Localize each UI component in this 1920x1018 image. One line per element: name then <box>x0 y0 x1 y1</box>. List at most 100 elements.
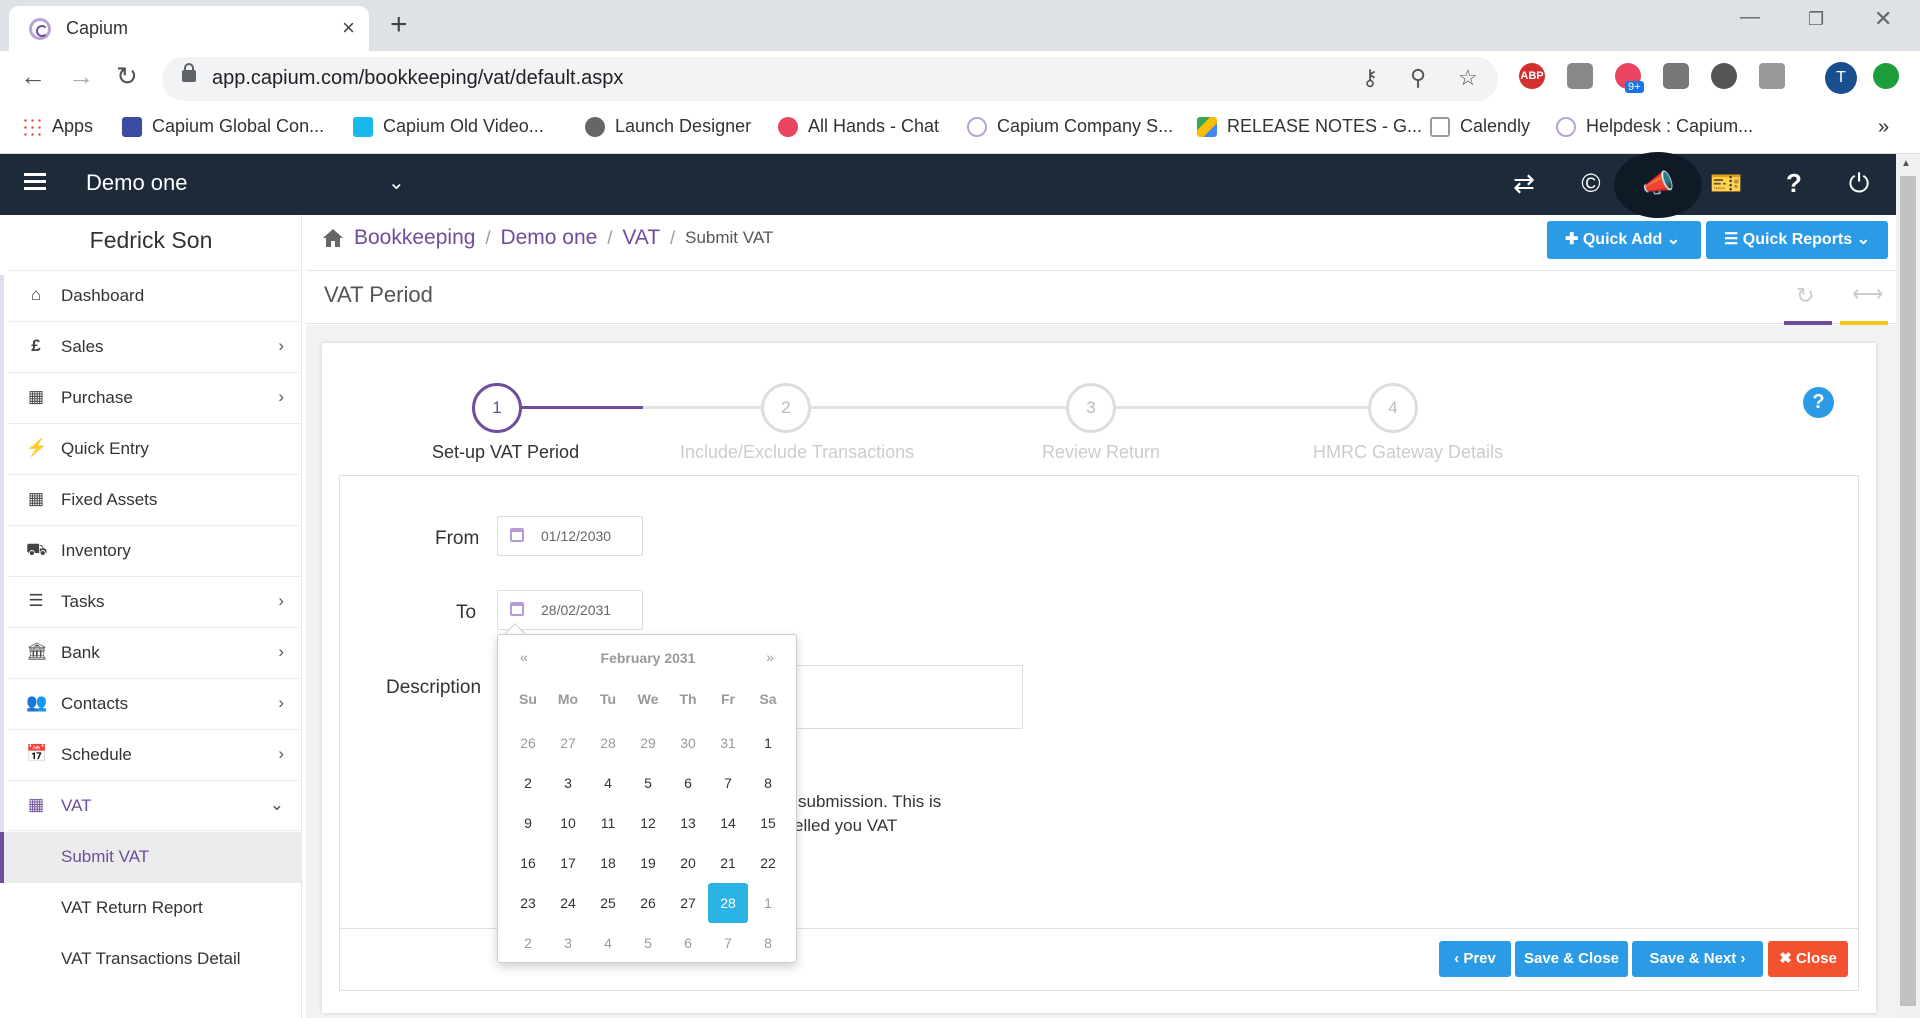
datepicker-day[interactable]: 3 <box>548 763 588 803</box>
back-arrow-icon[interactable]: ← <box>20 61 46 92</box>
datepicker-day[interactable]: 6 <box>668 923 708 963</box>
description-input[interactable] <box>790 665 1023 729</box>
switch-icon[interactable]: ⇄ <box>1508 168 1540 199</box>
sidebar-item-fixed-assets[interactable]: ▦ Fixed Assets <box>8 474 302 525</box>
datepicker-day[interactable]: 4 <box>588 763 628 803</box>
datepicker-day[interactable]: 25 <box>588 883 628 923</box>
bookmark-release-notes[interactable]: RELEASE NOTES - G... <box>1197 116 1422 137</box>
update-icon[interactable] <box>1873 63 1899 89</box>
datepicker-day[interactable]: 4 <box>588 923 628 963</box>
bookmark-all-hands[interactable]: All Hands - Chat <box>778 116 939 137</box>
extension-copy-icon[interactable] <box>1759 63 1785 89</box>
datepicker-day[interactable]: 3 <box>548 923 588 963</box>
step-1-circle[interactable]: 1 <box>472 383 522 433</box>
sidebar-item-sales[interactable]: £ Sales › <box>8 321 302 372</box>
step-4-circle[interactable]: 4 <box>1368 383 1418 433</box>
capium-logo-icon[interactable]: © <box>1575 168 1607 199</box>
datepicker-day[interactable]: 24 <box>548 883 588 923</box>
hamburger-menu-icon[interactable] <box>24 173 46 191</box>
step-2-circle[interactable]: 2 <box>761 383 811 433</box>
minimize-icon[interactable]: — <box>1740 6 1760 29</box>
datepicker-day[interactable]: 16 <box>508 843 548 883</box>
datepicker-day[interactable]: 26 <box>628 883 668 923</box>
bookmark-apps[interactable]: Apps <box>22 116 93 137</box>
sidebar-item-dashboard[interactable]: ⌂ Dashboard <box>8 270 302 321</box>
page-scrollbar[interactable]: ▲ <box>1896 154 1920 1018</box>
datepicker-day[interactable]: 30 <box>668 723 708 763</box>
datepicker-day[interactable]: 2 <box>508 923 548 963</box>
extension-c-icon[interactable] <box>1711 63 1737 89</box>
ticket-icon[interactable]: 🎫 <box>1710 168 1742 199</box>
scroll-up-icon[interactable]: ▲ <box>1901 158 1911 169</box>
sidebar-item-vat[interactable]: ▦ VAT ⌄ <box>8 780 302 831</box>
close-button[interactable]: ✖ Close <box>1768 941 1848 977</box>
datepicker-day[interactable]: 20 <box>668 843 708 883</box>
sidebar-subitem-vat-transactions-detail[interactable]: VAT Transactions Detail <box>0 934 302 985</box>
bookmark-helpdesk[interactable]: Helpdesk : Capium... <box>1556 116 1753 137</box>
datepicker-day[interactable]: 7 <box>708 923 748 963</box>
save-next-button[interactable]: Save & Next › <box>1632 941 1763 977</box>
datepicker-next-button[interactable]: » <box>766 649 774 665</box>
tab-close-icon[interactable]: × <box>342 15 355 41</box>
datepicker-day[interactable]: 8 <box>748 763 788 803</box>
datepicker-day[interactable]: 12 <box>628 803 668 843</box>
browser-tab[interactable]: Capium × <box>9 6 369 51</box>
bookmark-capium-old-video[interactable]: Capium Old Video... <box>353 116 544 137</box>
screenshot-icon[interactable] <box>1663 63 1689 89</box>
quick-add-button[interactable]: ✚ Quick Add ⌄ <box>1547 221 1701 259</box>
sidebar-subitem-vat-return-report[interactable]: VAT Return Report <box>0 883 302 934</box>
megaphone-icon[interactable]: 📣 <box>1642 168 1674 199</box>
datepicker-day[interactable]: 22 <box>748 843 788 883</box>
new-tab-button[interactable]: + <box>390 8 408 42</box>
datepicker-day[interactable]: 15 <box>748 803 788 843</box>
save-close-button[interactable]: Save & Close <box>1515 941 1628 977</box>
datepicker-day[interactable]: 13 <box>668 803 708 843</box>
datepicker-day[interactable]: 27 <box>548 723 588 763</box>
datepicker-day[interactable]: 1 <box>748 883 788 923</box>
window-close-icon[interactable]: ✕ <box>1874 6 1892 32</box>
restore-icon[interactable]: ❐ <box>1808 9 1824 30</box>
expand-horizontal-icon[interactable]: ⟷ <box>1852 281 1884 307</box>
bookmarks-more-icon[interactable]: » <box>1878 116 1889 139</box>
datepicker-day[interactable]: 18 <box>588 843 628 883</box>
sidebar-item-contacts[interactable]: 👥 Contacts › <box>8 678 302 729</box>
chevron-down-icon[interactable]: ⌄ <box>388 170 405 195</box>
sidebar-item-tasks[interactable]: ☰ Tasks › <box>8 576 302 627</box>
datepicker-day[interactable]: 31 <box>708 723 748 763</box>
org-name[interactable]: Demo one <box>86 170 188 196</box>
datepicker-day[interactable]: 29 <box>628 723 668 763</box>
datepicker-day[interactable]: 10 <box>548 803 588 843</box>
datepicker-day[interactable]: 6 <box>668 763 708 803</box>
key-icon[interactable]: ⚷ <box>1362 65 1378 91</box>
url-bar[interactable]: app.capium.com/bookkeeping/vat/default.a… <box>162 57 1498 101</box>
adblock-icon[interactable]: ABP <box>1519 63 1545 89</box>
quick-reports-button[interactable]: ☰ Quick Reports ⌄ <box>1706 221 1888 259</box>
bookmark-calendly[interactable]: Calendly <box>1430 116 1530 137</box>
datepicker-day[interactable]: 9 <box>508 803 548 843</box>
help-question-icon[interactable]: ? <box>1778 168 1810 199</box>
breadcrumb-demo-one[interactable]: Demo one <box>500 226 597 250</box>
datepicker-day[interactable]: 8 <box>748 923 788 963</box>
forward-arrow-icon[interactable]: → <box>68 61 94 92</box>
sidebar-item-quick-entry[interactable]: ⚡ Quick Entry <box>8 423 302 474</box>
from-date-input[interactable]: 01/12/2030 <box>497 516 643 556</box>
datepicker-day[interactable]: 17 <box>548 843 588 883</box>
datepicker-day[interactable]: 28 <box>588 723 628 763</box>
bookmark-launch-designer[interactable]: Launch Designer <box>585 116 751 137</box>
datepicker-day[interactable]: 19 <box>628 843 668 883</box>
datepicker-day[interactable]: 26 <box>508 723 548 763</box>
step-3-circle[interactable]: 3 <box>1066 383 1116 433</box>
datepicker-day[interactable]: 11 <box>588 803 628 843</box>
datepicker-day[interactable]: 27 <box>668 883 708 923</box>
zoom-icon[interactable]: ⚲ <box>1410 65 1426 91</box>
datepicker-day[interactable]: 5 <box>628 923 668 963</box>
bookmark-star-icon[interactable]: ☆ <box>1458 65 1478 91</box>
datepicker-day[interactable]: 2 <box>508 763 548 803</box>
to-date-input[interactable]: 28/02/2031 <box>497 590 643 630</box>
datepicker-day[interactable]: 5 <box>628 763 668 803</box>
profile-avatar[interactable]: T <box>1825 62 1857 94</box>
sidebar-item-schedule[interactable]: 📅 Schedule › <box>8 729 302 780</box>
datepicker-day[interactable]: 14 <box>708 803 748 843</box>
datepicker-day[interactable]: 23 <box>508 883 548 923</box>
refresh-icon[interactable]: ↻ <box>1796 283 1814 309</box>
